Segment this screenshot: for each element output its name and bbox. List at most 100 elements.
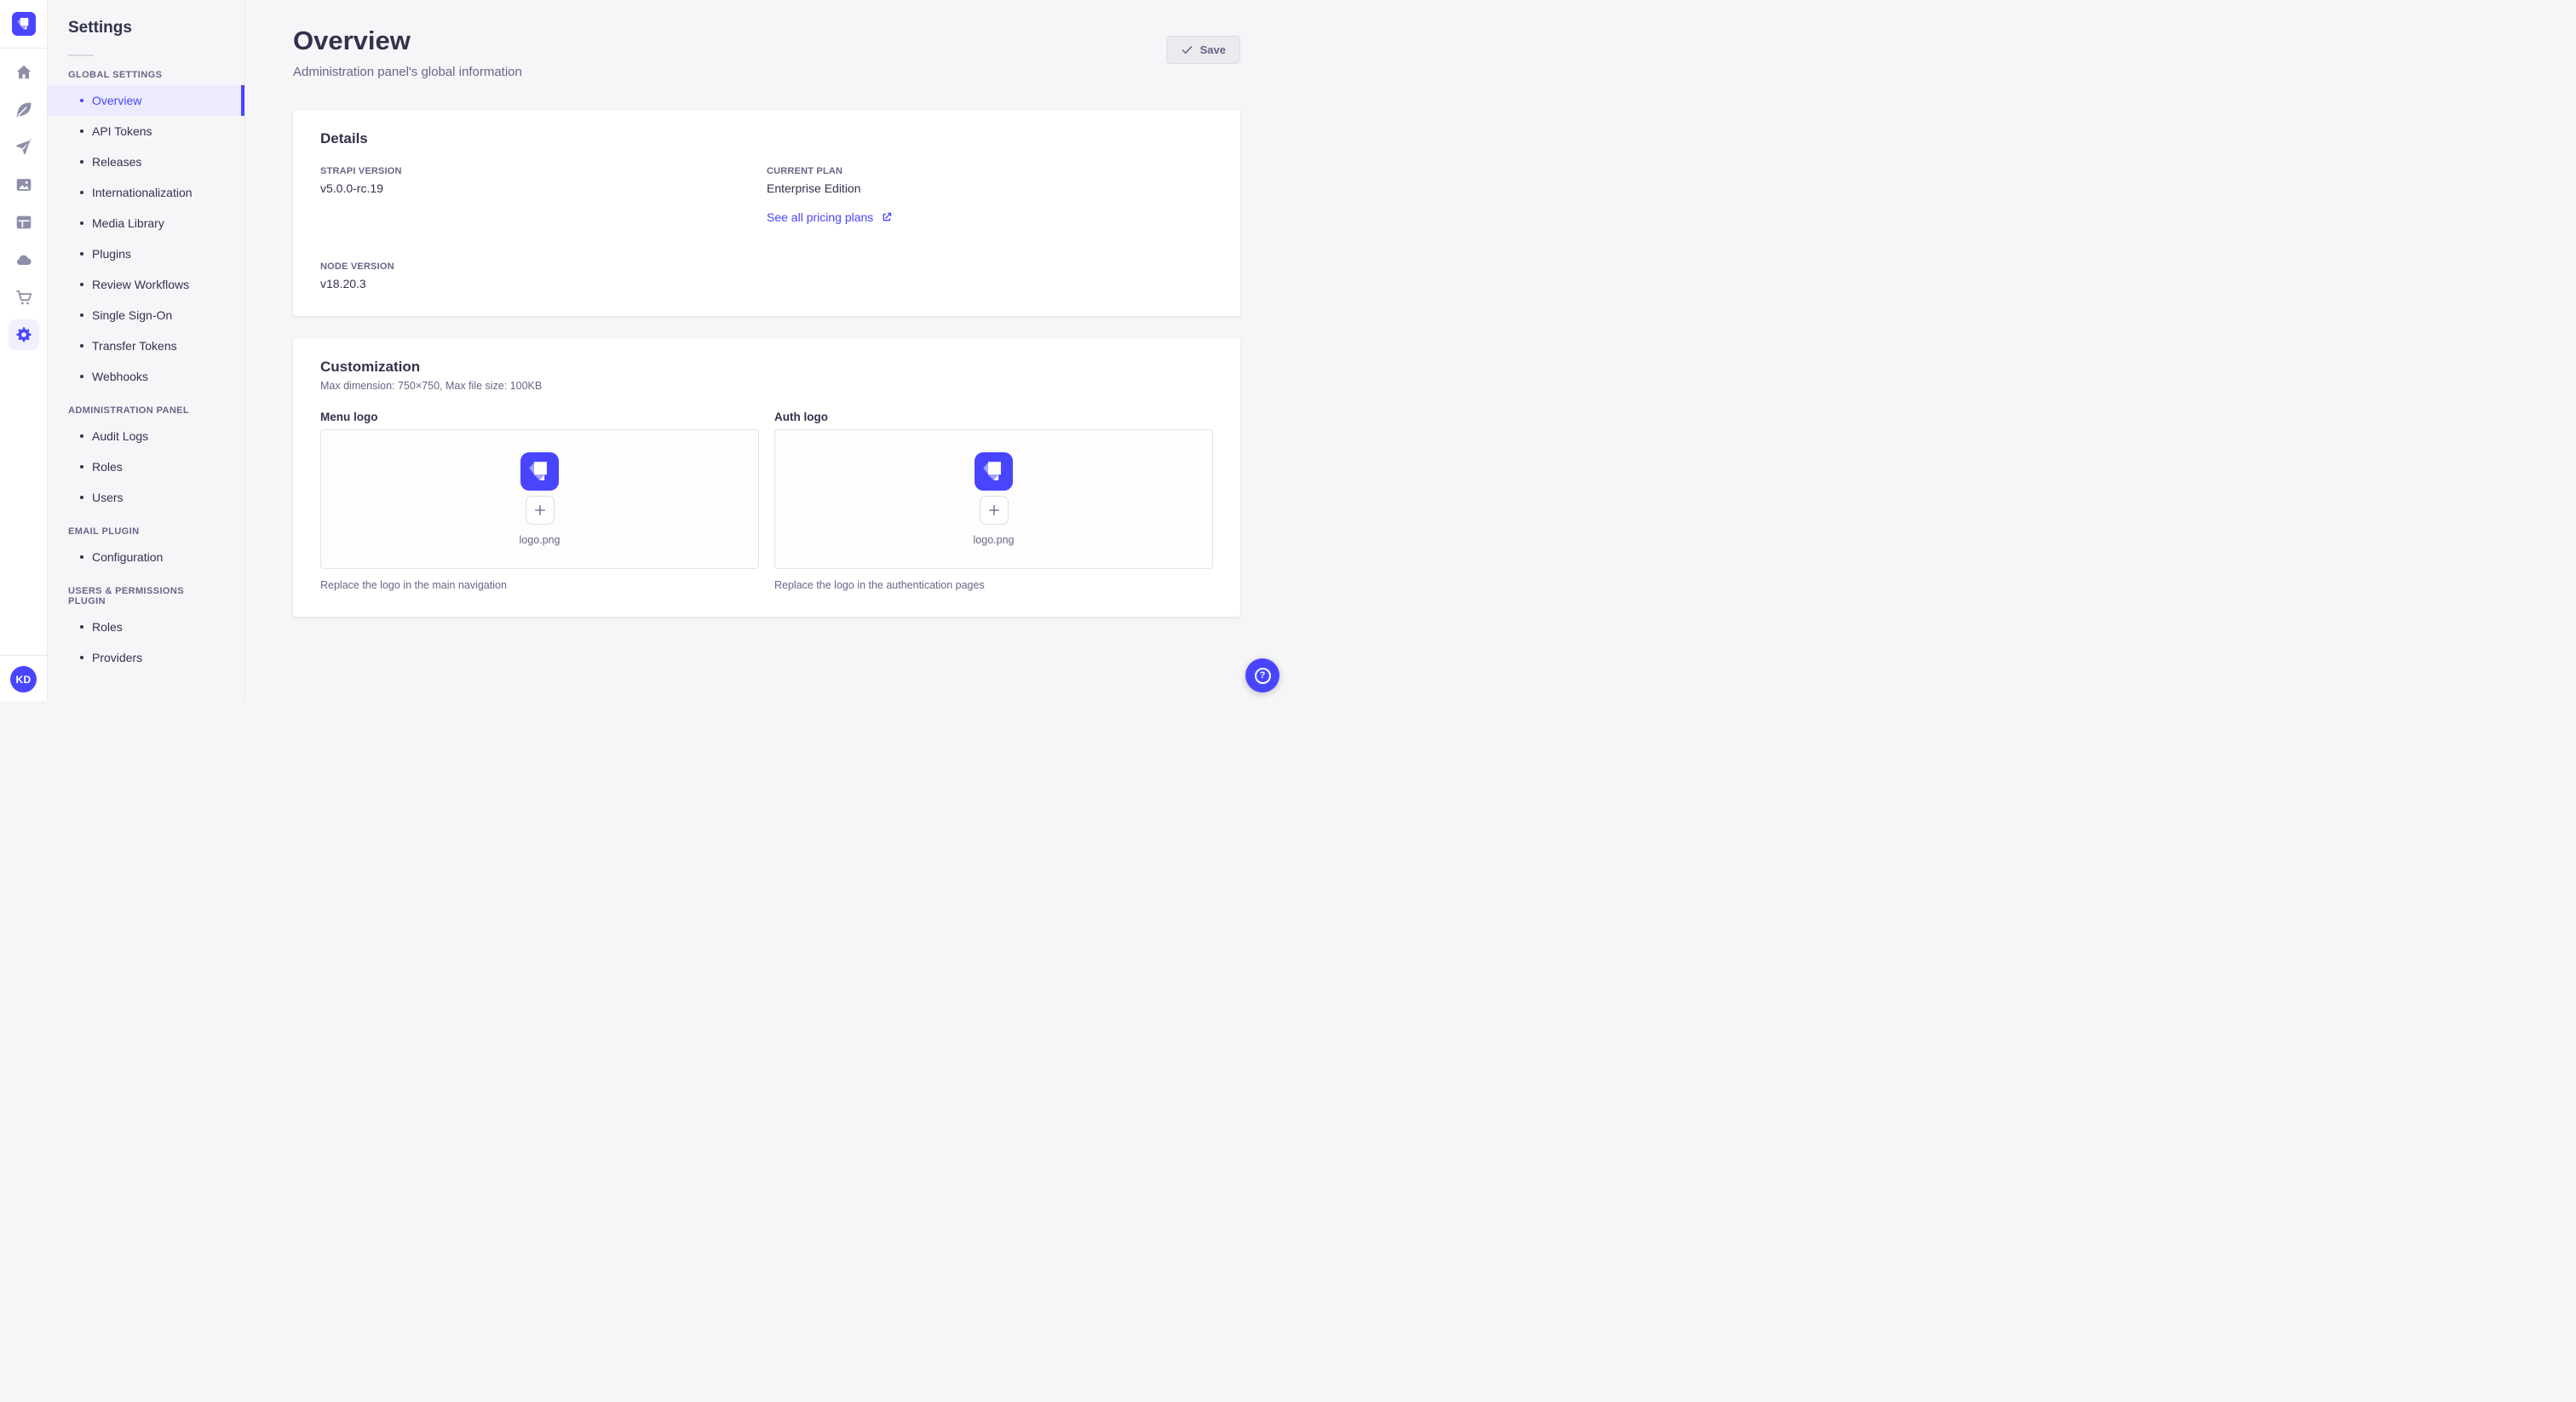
sidebar-item-api-tokens[interactable]: API Tokens [48, 116, 244, 147]
rail-item-feather[interactable] [9, 95, 39, 125]
rail-item-cloud[interactable] [9, 244, 39, 275]
help-button[interactable]: ? [1245, 658, 1279, 692]
auth-logo-filename: logo.png [973, 534, 1015, 546]
rail-item-paper-plane[interactable] [9, 132, 39, 163]
sidebar-item-label: Releases [92, 155, 142, 169]
settings-sidebar: Settings GLOBAL SETTINGS Overview API To… [48, 0, 245, 701]
auth-logo-dropzone[interactable]: logo.png [774, 429, 1213, 569]
details-grid: STRAPI VERSION v5.0.0-rc.19 CURRENT PLAN… [320, 166, 1213, 290]
section-label-global-settings: GLOBAL SETTINGS [68, 70, 163, 80]
menu-logo-label: Menu logo [320, 411, 378, 423]
menu-logo-filename: logo.png [519, 534, 561, 546]
strapi-logo-icon [11, 12, 36, 36]
sidebar-item-single-sign-on[interactable]: Single Sign-On [48, 300, 244, 330]
save-button[interactable]: Save [1165, 36, 1240, 64]
bullet-icon [80, 344, 83, 348]
bullet-icon [80, 99, 83, 102]
save-button-label: Save [1199, 43, 1226, 56]
menu-logo-upload: Menu logo logo.png Replace the logo in t… [320, 411, 759, 591]
sidebar-item-releases[interactable]: Releases [48, 147, 244, 177]
sidebar-item-label: Plugins [92, 247, 131, 261]
sidebar-item-webhooks[interactable]: Webhooks [48, 361, 244, 392]
logo-uploads: Menu logo logo.png Replace the logo in t… [320, 411, 1213, 591]
bullet-icon [80, 625, 83, 629]
rail-item-layout[interactable] [9, 207, 39, 238]
plus-icon [534, 505, 545, 515]
customization-card-subtitle: Max dimension: 750×750, Max file size: 1… [320, 380, 543, 392]
bullet-icon [80, 283, 83, 286]
sidebar-item-email-configuration[interactable]: Configuration [48, 542, 244, 572]
sidebar-item-label: Transfer Tokens [92, 339, 177, 353]
sidebar-item-label: Overview [92, 94, 142, 107]
field-label: STRAPI VERSION [320, 166, 402, 176]
sidebar-item-audit-logs[interactable]: Audit Logs [48, 421, 244, 451]
sidebar-item-transfer-tokens[interactable]: Transfer Tokens [48, 330, 244, 361]
main-content: Overview Administration panel's global i… [245, 0, 1288, 701]
bullet-icon [80, 221, 83, 225]
field-strapi-version: STRAPI VERSION v5.0.0-rc.19 [320, 166, 767, 226]
feather-icon [15, 102, 31, 118]
bullet-icon [80, 434, 83, 438]
sidebar-item-label: Media Library [92, 216, 164, 230]
home-icon [16, 65, 31, 79]
plus-icon [988, 505, 999, 515]
sidebar-item-label: Single Sign-On [92, 308, 173, 322]
images-icon [16, 179, 31, 191]
strapi-logo[interactable] [0, 0, 47, 48]
sidebar-item-label: Roles [92, 460, 123, 474]
cloud-icon [16, 255, 32, 265]
sidebar-item-review-workflows[interactable]: Review Workflows [48, 269, 244, 300]
rail-item-settings[interactable] [8, 319, 39, 350]
question-mark-icon: ? [1254, 667, 1271, 684]
sidebar-item-label: Internationalization [92, 186, 193, 199]
paper-plane-icon [15, 138, 32, 155]
menu-logo-add-button[interactable] [525, 496, 555, 525]
page-header: Overview Administration panel's global i… [293, 0, 1240, 79]
field-value: v18.20.3 [320, 277, 366, 290]
auth-logo-add-button[interactable] [979, 496, 1009, 525]
external-link-icon [883, 212, 892, 221]
avatar[interactable]: KD [10, 666, 37, 692]
customization-card-title: Customization [320, 359, 421, 375]
sidebar-item-up-providers[interactable]: Providers [48, 642, 244, 673]
details-card: Details STRAPI VERSION v5.0.0-rc.19 CURR… [293, 110, 1240, 316]
rail-item-images[interactable] [9, 170, 39, 200]
field-label: CURRENT PLAN [767, 166, 843, 176]
sidebar-title: Settings [68, 19, 132, 37]
sidebar-item-internationalization[interactable]: Internationalization [48, 177, 244, 208]
customization-card: Customization Max dimension: 750×750, Ma… [293, 338, 1240, 617]
field-label: NODE VERSION [320, 261, 394, 272]
rail-item-home[interactable] [9, 57, 39, 88]
page-title: Overview [293, 26, 411, 55]
layout-icon [16, 215, 31, 229]
sidebar-item-overview[interactable]: Overview [48, 85, 244, 116]
page-header-text: Overview Administration panel's global i… [293, 26, 522, 79]
sidebar-item-plugins[interactable]: Plugins [48, 238, 244, 269]
sidebar-item-up-roles[interactable]: Roles [48, 612, 244, 642]
sidebar-item-label: Review Workflows [92, 278, 190, 291]
rail-item-cart[interactable] [9, 282, 39, 313]
bullet-icon [80, 129, 83, 133]
sidebar-item-admin-users[interactable]: Users [48, 482, 244, 513]
bullet-icon [80, 496, 83, 499]
page-subtitle: Administration panel's global informatio… [293, 65, 522, 79]
bullet-icon [80, 375, 83, 378]
pricing-plans-link[interactable]: See all pricing plans [767, 210, 893, 224]
auth-logo-preview [975, 452, 1013, 491]
sidebar-item-label: Roles [92, 620, 123, 634]
menu-logo-hint: Replace the logo in the main navigation [320, 579, 507, 591]
rail-icons [8, 49, 39, 350]
sidebar-item-media-library[interactable]: Media Library [48, 208, 244, 238]
bullet-icon [80, 656, 83, 659]
bullet-icon [80, 191, 83, 194]
section-label-users-permissions-plugin: USERS & PERMISSIONS PLUGIN [68, 586, 184, 606]
nav-rail: KD [0, 0, 48, 701]
sidebar-item-admin-roles[interactable]: Roles [48, 451, 244, 482]
app-window: KD Settings GLOBAL SETTINGS Overview API… [0, 0, 1288, 701]
field-value: v5.0.0-rc.19 [320, 181, 383, 195]
field-value: Enterprise Edition [767, 181, 861, 195]
bullet-icon [80, 160, 83, 164]
auth-logo-label: Auth logo [774, 411, 828, 423]
sidebar-item-label: API Tokens [92, 124, 152, 138]
menu-logo-dropzone[interactable]: logo.png [320, 429, 759, 569]
